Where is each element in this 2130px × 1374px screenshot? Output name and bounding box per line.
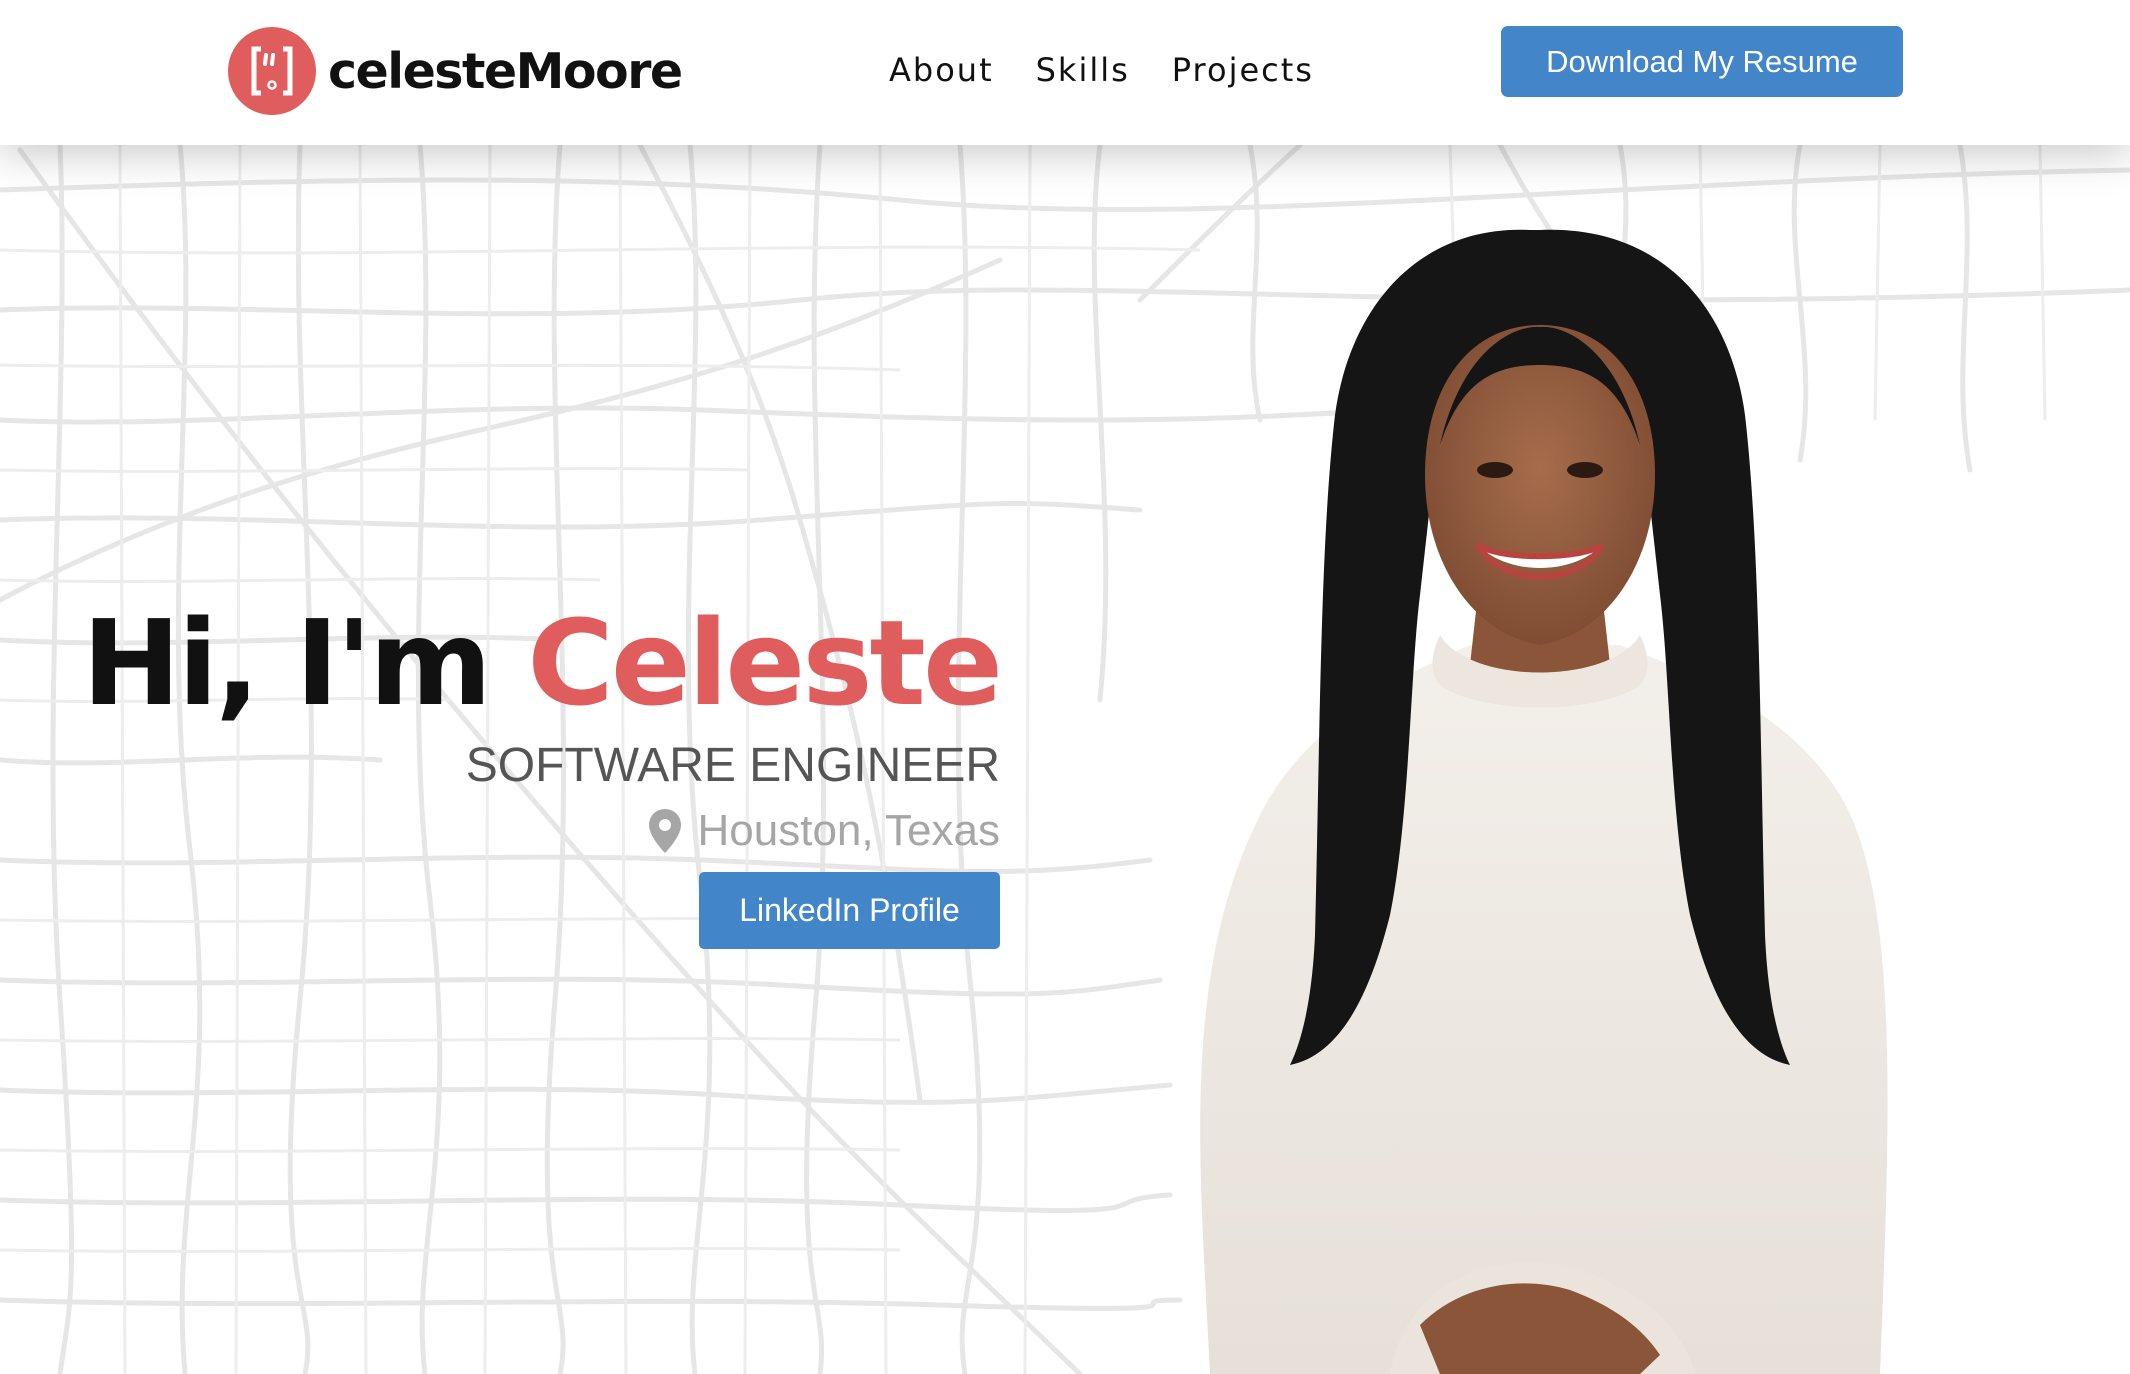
hero-headline: Hi, I'm Celeste	[82, 593, 1003, 733]
download-resume-button[interactable]: Download My Resume	[1501, 26, 1903, 97]
brand-home-link[interactable]: celesteMoore	[228, 27, 683, 115]
main-nav: About Skills Projects	[889, 48, 1356, 92]
page: Hi, I'm Celeste SOFTWARE ENGINEER Housto…	[0, 0, 2130, 1374]
location-text: Houston, Texas	[697, 806, 1000, 855]
profile-portrait-image	[1200, 229, 1888, 1374]
brand-name: celesteMoore	[328, 42, 683, 100]
nav-link-about[interactable]: About	[889, 48, 994, 92]
phone-quote-icon	[228, 27, 316, 115]
navbar: celesteMoore About Skills Projects Downl…	[0, 0, 2130, 145]
linkedin-profile-button[interactable]: LinkedIn Profile	[699, 872, 1000, 949]
hero-name: Celeste	[527, 594, 1003, 732]
nav-link-projects[interactable]: Projects	[1172, 48, 1314, 92]
greeting-text: Hi, I'm	[82, 594, 492, 732]
job-title: SOFTWARE ENGINEER	[465, 739, 1000, 792]
map-pin-icon	[648, 809, 681, 853]
nav-link-skills[interactable]: Skills	[1036, 48, 1130, 92]
location: Houston, Texas	[648, 803, 1000, 859]
